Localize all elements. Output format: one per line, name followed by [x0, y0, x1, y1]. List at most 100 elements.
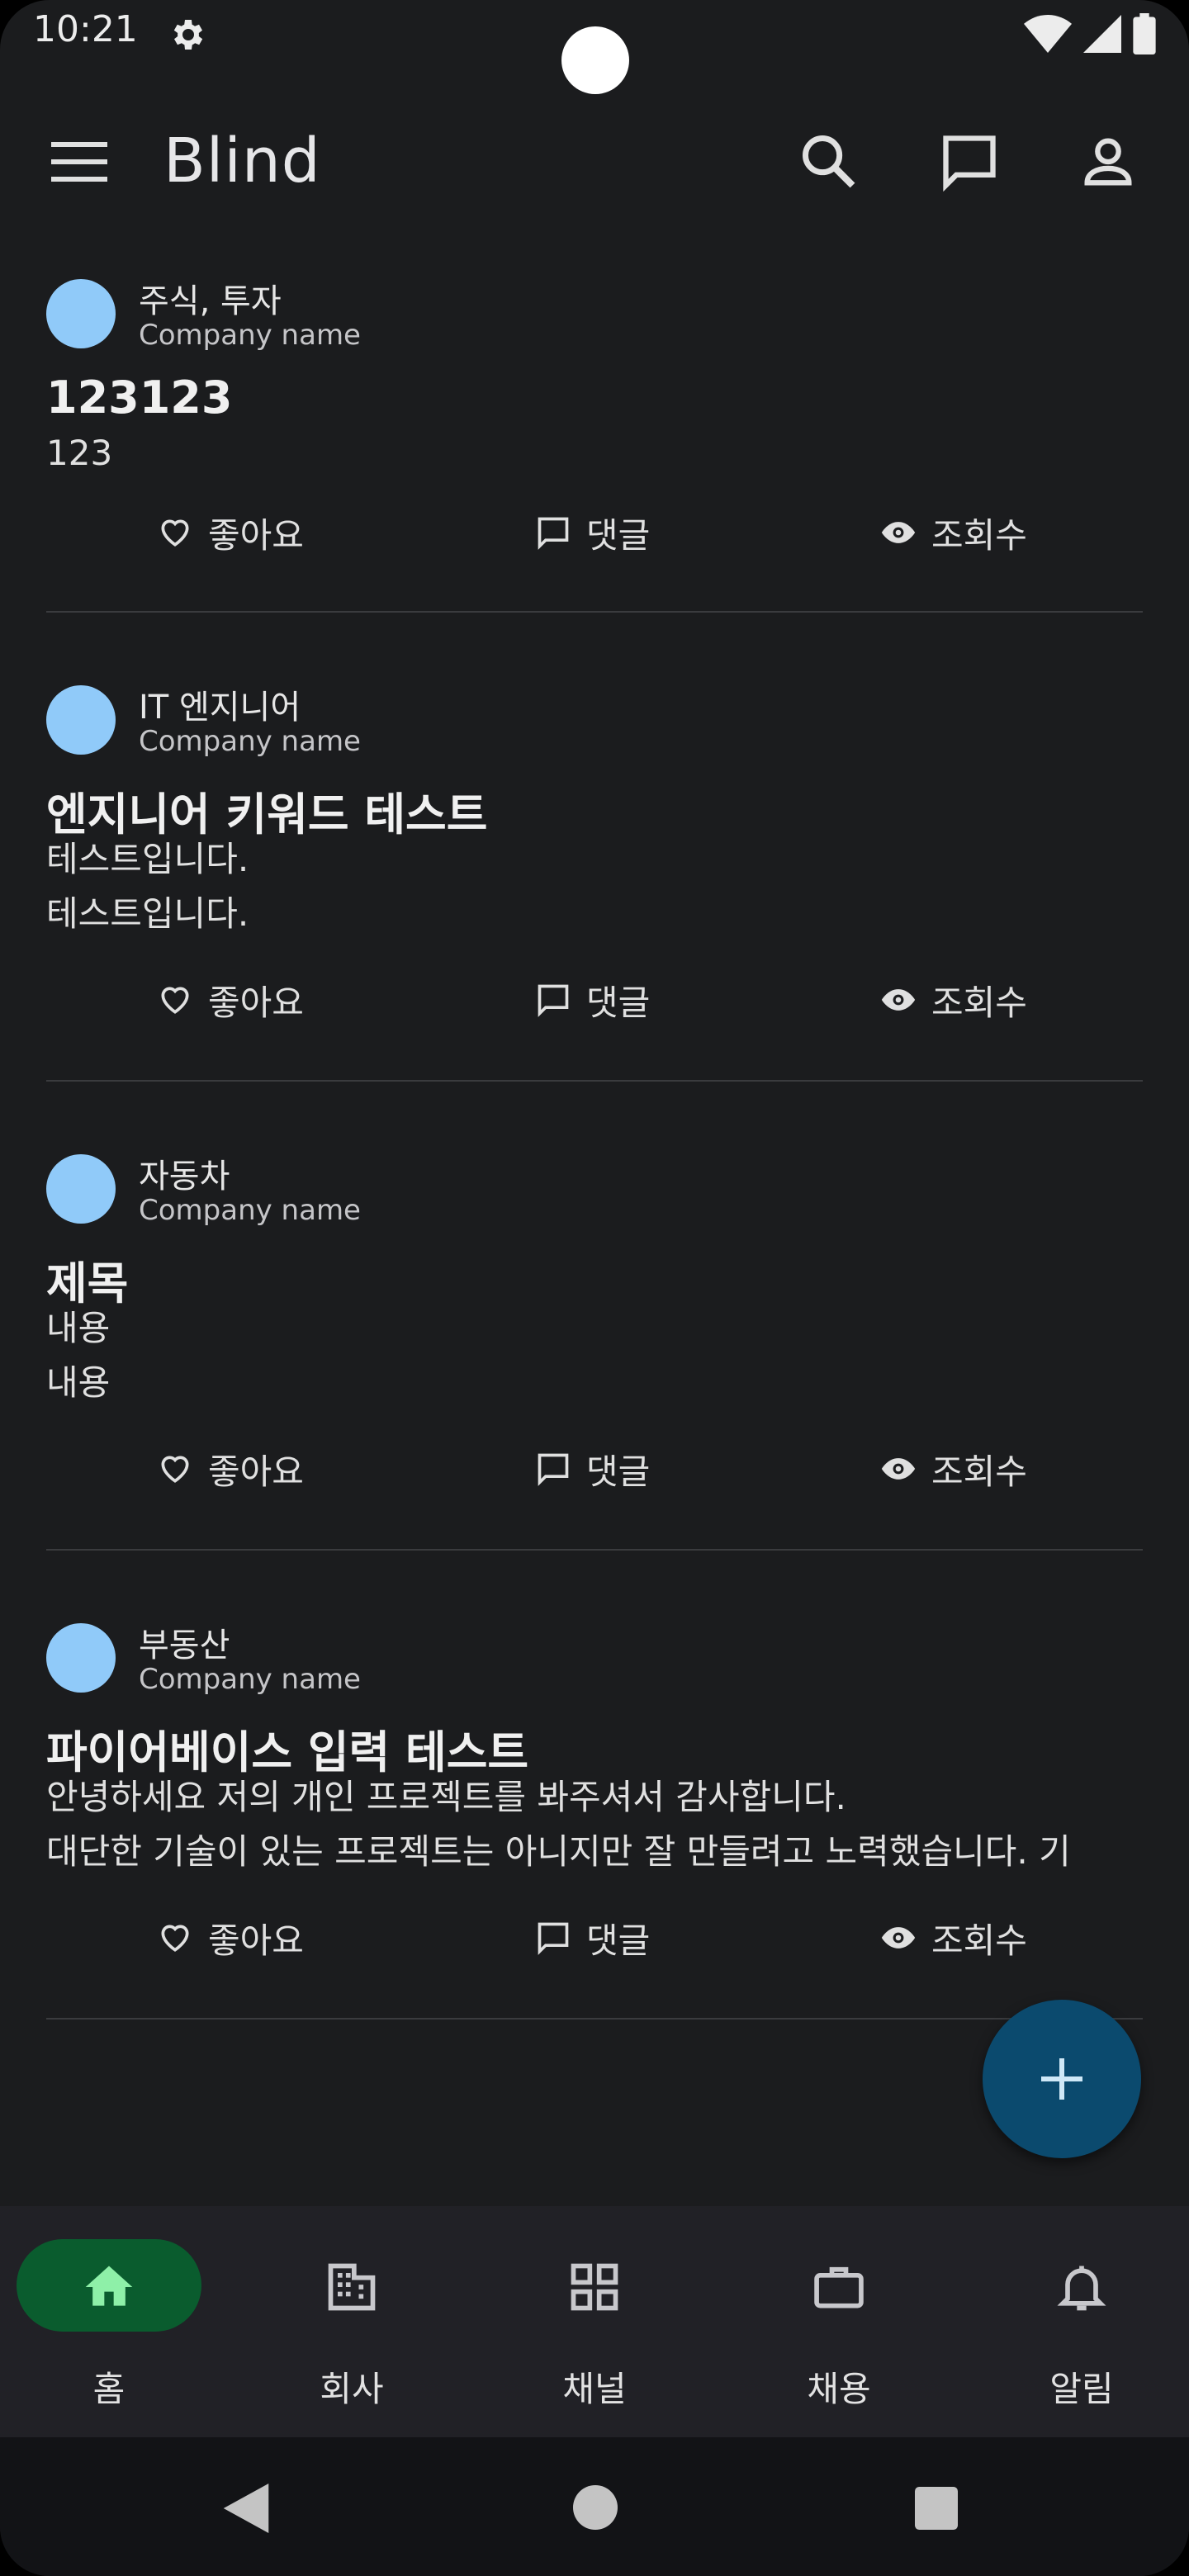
comment-icon	[538, 517, 569, 550]
grid-icon	[571, 2263, 618, 2311]
nav-label: 알림	[1049, 2369, 1114, 2409]
eye-icon	[881, 989, 916, 1011]
post-company: Company name	[139, 319, 361, 352]
comment-label: 댓글	[586, 1920, 651, 1961]
home-circle-icon[interactable]	[573, 2485, 618, 2530]
post-body: 안녕하세요 저의 개인 프로젝트를 봐주셔서 감사합니다. 대단한 기술이 있는…	[46, 1770, 1143, 1879]
heart-icon	[161, 1925, 189, 1952]
post-card[interactable]: IT 엔지니어 Company name 엔지니어 키워드 테스트 테스트입니다…	[46, 685, 1143, 1049]
post-actions: 좋아요 댓글 조회수	[46, 971, 1143, 1029]
eye-icon	[881, 1458, 916, 1480]
status-bar: 10:21	[0, 0, 1189, 94]
nav-item-home[interactable]: 홈	[0, 2239, 215, 2413]
eye-icon	[881, 522, 916, 543]
comment-icon	[538, 1453, 569, 1486]
nav-item-company[interactable]: 회사	[243, 2239, 457, 2413]
post-body-line: 대단한 기술이 있는 프로젝트는 아니지만 잘 만들려고 노력했습니다. 기	[46, 1831, 1071, 1872]
new-post-fab[interactable]	[983, 2000, 1141, 2158]
nav-item-channel[interactable]: 채널	[486, 2239, 700, 2413]
post-body-line: 내용	[46, 1308, 111, 1348]
nav-label: 채용	[807, 2369, 871, 2409]
post-body-line: 123	[46, 433, 113, 473]
battery-icon	[1133, 13, 1156, 54]
system-status-icons	[1024, 13, 1156, 54]
plus-icon	[1041, 2058, 1082, 2100]
divider	[46, 2018, 1143, 2020]
comment-button[interactable]: 댓글	[535, 504, 650, 561]
comment-button[interactable]: 댓글	[535, 1440, 650, 1498]
post-company: Company name	[139, 1194, 361, 1227]
avatar	[46, 279, 116, 348]
post-body-line: 내용	[46, 1362, 111, 1403]
post-company: Company name	[139, 1663, 361, 1696]
post-actions: 좋아요 댓글 조회수	[46, 1440, 1143, 1498]
divider	[46, 611, 1143, 613]
comment-button[interactable]: 댓글	[535, 1909, 650, 1967]
nav-label: 채널	[562, 2369, 627, 2409]
like-button[interactable]: 좋아요	[157, 1909, 304, 1967]
views-button[interactable]: 조회수	[880, 504, 1027, 561]
comment-icon	[538, 1922, 569, 1955]
heart-icon	[161, 987, 189, 1014]
camera-cutout	[561, 26, 629, 94]
like-label: 좋아요	[208, 982, 304, 1023]
like-label: 좋아요	[208, 1451, 304, 1492]
comment-button[interactable]: 댓글	[535, 971, 650, 1029]
post-body-line: 안녕하세요 저의 개인 프로젝트를 봐주셔서 감사합니다.	[46, 1777, 846, 1817]
top-app-bar: Blind	[0, 107, 1189, 215]
menu-icon[interactable]	[51, 139, 107, 185]
recents-icon[interactable]	[915, 2487, 958, 2530]
like-button[interactable]: 좋아요	[157, 504, 304, 561]
bell-icon	[1057, 2266, 1106, 2311]
search-icon[interactable]	[798, 130, 860, 193]
profile-icon[interactable]	[1077, 130, 1139, 193]
nav-item-notifications[interactable]: 알림	[973, 2239, 1187, 2413]
app-title: Blind	[163, 125, 321, 197]
post-card[interactable]: 자동차 Company name 제목 내용 내용 좋아요 댓글 조회수	[46, 1154, 1143, 1518]
eye-icon	[881, 1927, 916, 1949]
comment-icon	[538, 984, 569, 1017]
nav-label: 홈	[92, 2369, 126, 2409]
bottom-navigation: 홈 회사 채널 채용 알림	[0, 2206, 1189, 2437]
heart-icon	[161, 1456, 189, 1483]
views-label: 조회수	[931, 1451, 1027, 1492]
back-icon[interactable]	[223, 2484, 269, 2533]
views-label: 조회수	[931, 982, 1027, 1023]
comment-label: 댓글	[586, 982, 651, 1023]
post-body: 123	[46, 426, 1143, 481]
like-button[interactable]: 좋아요	[157, 1440, 304, 1498]
chat-icon[interactable]	[938, 130, 1001, 193]
post-body: 테스트입니다. 테스트입니다.	[46, 832, 1143, 941]
post-company: Company name	[139, 725, 361, 758]
post-title: 123123	[46, 372, 233, 424]
post-body-line: 테스트입니다.	[46, 839, 249, 879]
home-icon	[85, 2266, 133, 2306]
views-label: 조회수	[931, 1920, 1027, 1961]
post-category: 주식, 투자	[139, 282, 282, 320]
post-card[interactable]: 주식, 투자 Company name 123123 123 좋아요 댓글 조회…	[46, 279, 1143, 576]
like-button[interactable]: 좋아요	[157, 971, 304, 1029]
post-card[interactable]: 부동산 Company name 파이어베이스 입력 테스트 안녕하세요 저의 …	[46, 1623, 1143, 1986]
post-body-line: 테스트입니다.	[46, 893, 249, 934]
avatar	[46, 685, 116, 755]
post-actions: 좋아요 댓글 조회수	[46, 1909, 1143, 1967]
views-button[interactable]: 조회수	[880, 971, 1027, 1029]
avatar	[46, 1623, 116, 1693]
views-button[interactable]: 조회수	[880, 1440, 1027, 1498]
post-category: IT 엔지니어	[139, 689, 301, 727]
nav-item-jobs[interactable]: 채용	[730, 2239, 945, 2413]
post-category: 자동차	[139, 1158, 230, 1196]
cellular-signal-icon	[1083, 15, 1121, 53]
system-navigation-bar	[0, 2437, 1189, 2576]
comment-label: 댓글	[586, 1451, 651, 1492]
views-button[interactable]: 조회수	[880, 1909, 1027, 1967]
post-category: 부동산	[139, 1627, 230, 1664]
divider	[46, 1549, 1143, 1551]
comment-label: 댓글	[586, 514, 651, 556]
briefcase-icon	[814, 2266, 864, 2308]
heart-icon	[161, 519, 189, 547]
nav-label: 회사	[320, 2369, 384, 2409]
wifi-icon	[1024, 15, 1072, 53]
divider	[46, 1080, 1143, 1082]
post-actions: 좋아요 댓글 조회수	[46, 504, 1143, 561]
